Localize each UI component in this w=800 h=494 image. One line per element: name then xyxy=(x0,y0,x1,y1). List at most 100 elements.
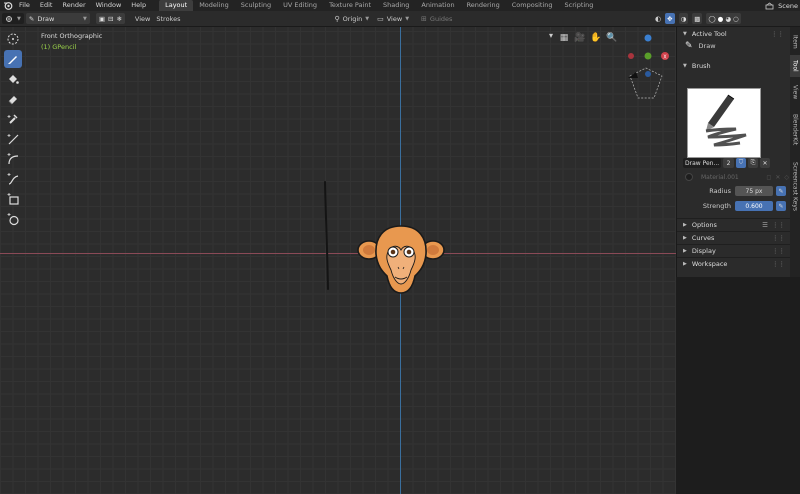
material-menu-icon[interactable]: ◇ xyxy=(784,174,789,181)
active-tool-header[interactable]: ▼ Active Tool ⋮⋮ xyxy=(677,27,790,40)
tab-uv-editing[interactable]: UV Editing xyxy=(277,0,323,11)
tab-view[interactable]: View xyxy=(790,79,800,105)
pressure-radius-icon[interactable]: ✎ xyxy=(776,186,786,196)
y-axis-handle[interactable] xyxy=(644,52,652,60)
display-header[interactable]: ▶ Display ⋮⋮ xyxy=(677,244,791,257)
drag-handle-icon[interactable]: ⋮⋮ xyxy=(772,234,785,242)
close-icon[interactable]: ✕ xyxy=(760,158,770,168)
strokes-menu[interactable]: Strokes xyxy=(156,15,180,23)
xray-toggle[interactable]: ▩ xyxy=(692,13,703,24)
gizmo-toggle[interactable]: ✥ xyxy=(665,13,675,24)
top-menu-bar: File Edit Render Window Help Layout Mode… xyxy=(0,0,800,11)
shading-modes: ◯ ● ◕ ○ xyxy=(706,13,741,24)
menu-file[interactable]: File xyxy=(14,0,35,11)
options-preset-icon[interactable]: ☰ xyxy=(762,221,768,229)
pin-icon[interactable]: ◻ xyxy=(766,174,771,181)
origin-dropdown[interactable]: ⚲ Origin ▼ xyxy=(334,15,369,23)
pin-icon[interactable]: ▾ xyxy=(549,31,553,40)
chevron-right-icon: ▶ xyxy=(683,222,687,228)
drag-handle-icon[interactable]: ⋮⋮ xyxy=(772,247,785,255)
strength-slider[interactable]: 0.600 xyxy=(735,201,773,211)
tab-compositing[interactable]: Compositing xyxy=(506,0,559,11)
radius-row: Radius 75 px ✎ xyxy=(677,186,791,196)
editor-type-button[interactable]: ▼ xyxy=(2,13,24,24)
eraser-icon xyxy=(8,96,17,105)
guides-toggle[interactable]: ⊞ Guides xyxy=(421,15,452,23)
wireframe-shading-icon[interactable]: ◯ xyxy=(708,15,715,23)
material-actions: ◻ ✕ ◇ xyxy=(766,174,789,181)
x-axis-line xyxy=(0,253,676,254)
tab-item[interactable]: Item xyxy=(790,31,800,53)
solid-shading-icon[interactable]: ● xyxy=(718,15,724,23)
z-axis-handle[interactable] xyxy=(644,34,652,42)
zoom-icon[interactable]: 🔍 xyxy=(606,32,618,44)
camera-icon[interactable]: 🎥 xyxy=(574,32,586,44)
draw-tool[interactable] xyxy=(4,50,22,68)
hand-pan-icon[interactable]: ✋ xyxy=(590,32,602,44)
tab-screencast-keys[interactable]: Screencast Keys xyxy=(790,155,800,217)
brush-name-field[interactable]: Draw Pen... xyxy=(683,158,721,168)
view-dropdown[interactable]: ▭ View ▼ xyxy=(377,15,409,23)
tab-scripting[interactable]: Scripting xyxy=(559,0,600,11)
toggle-grid-icon[interactable]: ▦ xyxy=(558,32,570,44)
tab-layout[interactable]: Layout xyxy=(159,0,194,11)
3d-viewport[interactable]: Front Orthographic (1) GPencil xyxy=(0,27,676,494)
tab-animation[interactable]: Animation xyxy=(415,0,460,11)
pressure-strength-icon[interactable]: ✎ xyxy=(776,201,786,211)
chevron-right-icon: ▶ xyxy=(683,248,687,254)
tab-rendering[interactable]: Rendering xyxy=(461,0,506,11)
menu-help[interactable]: Help xyxy=(126,0,151,11)
brush-title: Brush xyxy=(691,61,711,70)
circle-tool[interactable] xyxy=(4,210,22,228)
radius-field[interactable]: 75 px xyxy=(735,186,773,196)
line-tool[interactable] xyxy=(4,130,22,148)
workspace-header[interactable]: ▶ Workspace ⋮⋮ xyxy=(677,257,791,270)
active-tool-row[interactable]: ✎ Draw xyxy=(677,40,790,52)
arc-tool[interactable] xyxy=(4,150,22,168)
cursor-tool[interactable] xyxy=(4,30,22,48)
view-menu[interactable]: View xyxy=(135,15,150,23)
blender-logo-icon[interactable] xyxy=(2,0,14,11)
overlay-toggle[interactable]: ◑ xyxy=(678,13,689,24)
tab-texture-paint[interactable]: Texture Paint xyxy=(323,0,377,11)
orientation-gizmo[interactable]: X xyxy=(624,28,672,104)
drag-handle-icon[interactable]: ⋮⋮ xyxy=(771,30,784,38)
fill-tool[interactable] xyxy=(4,70,22,88)
material-row[interactable]: Material.001 ◻ ✕ ◇ xyxy=(685,173,789,181)
menu-window[interactable]: Window xyxy=(91,0,127,11)
options-header[interactable]: ▶ Options ☰ ⋮⋮ xyxy=(677,218,791,231)
monkey-object[interactable] xyxy=(357,222,445,296)
multiframe-icon[interactable]: ▣ xyxy=(99,15,105,23)
pencil-stroke[interactable] xyxy=(318,179,334,295)
brush-header[interactable]: ▼ Brush xyxy=(677,59,790,72)
fake-user-icon[interactable]: ⛉ xyxy=(736,158,746,168)
tint-tool[interactable] xyxy=(4,110,22,128)
snow-icon[interactable]: ❄ xyxy=(116,15,121,23)
curves-header[interactable]: ▶ Curves ⋮⋮ xyxy=(677,231,791,244)
chevron-right-icon: ▶ xyxy=(683,261,687,267)
tab-shading[interactable]: Shading xyxy=(377,0,415,11)
lock-icon[interactable]: ⊟ xyxy=(108,15,113,23)
chevron-down-icon: ▼ xyxy=(405,15,410,22)
visibility-icon[interactable]: ◐ xyxy=(655,15,661,23)
duplicate-icon[interactable]: ⎘ xyxy=(748,158,758,168)
drag-handle-icon[interactable]: ⋮⋮ xyxy=(772,221,785,229)
menu-edit[interactable]: Edit xyxy=(35,0,58,11)
tab-sculpting[interactable]: Sculpting xyxy=(235,0,277,11)
tab-blenderkit[interactable]: BlenderKit xyxy=(790,107,800,153)
rendered-shading-icon[interactable]: ○ xyxy=(733,15,739,23)
material-shading-icon[interactable]: ◕ xyxy=(725,15,731,23)
mode-dropdown[interactable]: ✎ Draw ▼ xyxy=(25,13,90,24)
tab-modeling[interactable]: Modeling xyxy=(193,0,235,11)
erase-tool[interactable] xyxy=(4,90,22,108)
curve-tool[interactable] xyxy=(4,170,22,188)
drag-handle-icon[interactable]: ⋮⋮ xyxy=(772,260,785,268)
collapsed-panels: ▶ Options ☰ ⋮⋮ ▶ Curves ⋮⋮ ▶ Display ⋮⋮ … xyxy=(677,218,791,270)
brush-preview[interactable] xyxy=(687,88,761,158)
chevron-down-icon: ▼ xyxy=(683,30,687,37)
tab-tool[interactable]: Tool xyxy=(790,55,800,77)
close-icon[interactable]: ✕ xyxy=(775,174,780,181)
scene-selector[interactable]: Scene xyxy=(765,0,798,11)
menu-render[interactable]: Render xyxy=(57,0,90,11)
box-tool[interactable] xyxy=(4,190,22,208)
